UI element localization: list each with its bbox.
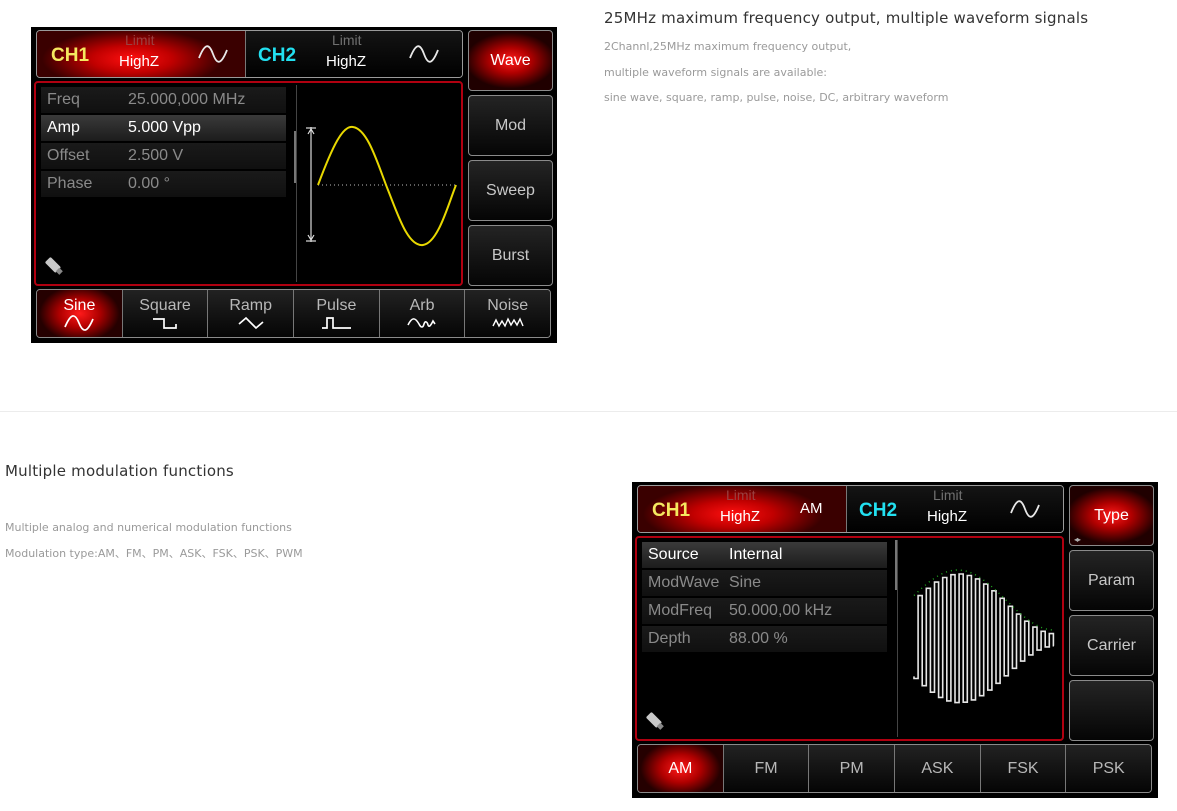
sine-icon — [1010, 500, 1040, 518]
ch2-limit: Limit — [933, 487, 963, 503]
waveform-screen: CH1 Limit HighZ CH2 Limit HighZ Wave Mod… — [31, 27, 557, 343]
ramp-wave-icon — [238, 316, 264, 329]
am-waveform-display — [913, 569, 1055, 704]
type-button[interactable]: Type ◂▸ — [1069, 485, 1154, 546]
channel-bar: CH1 Limit HighZ AM CH2 Limit HighZ — [637, 485, 1064, 533]
left-right-arrows-icon: ◂▸ — [1074, 535, 1081, 544]
param-amp[interactable]: Amp 5.000 Vpp — [41, 115, 286, 141]
param-modfreq[interactable]: ModFreq 50.000,00 kHz — [642, 598, 887, 624]
ch2-load: HighZ — [927, 508, 968, 525]
ch1-label: CH1 — [652, 500, 691, 521]
section1-title: 25MHz maximum frequency output, multiple… — [604, 9, 1089, 27]
ch1-status[interactable]: CH1 Limit HighZ AM — [638, 486, 847, 532]
wave-button[interactable]: Wave — [468, 30, 553, 91]
parameter-list: Source Internal ModWave Sine ModFreq 50.000… — [642, 542, 887, 654]
tab-arb[interactable]: Arb — [379, 290, 466, 337]
ch2-label: CH2 — [859, 500, 898, 521]
ch2-status[interactable]: CH2 Limit HighZ — [246, 31, 462, 77]
tab-ask[interactable]: ASK — [895, 745, 981, 792]
divider — [296, 85, 297, 282]
sine-icon — [198, 45, 228, 63]
burst-button[interactable]: Burst — [468, 225, 553, 286]
scrollbar[interactable] — [294, 131, 296, 183]
parameter-area: Source Internal ModWave Sine ModFreq 50.000… — [635, 536, 1064, 741]
ch1-load: HighZ — [119, 53, 160, 70]
tab-pm[interactable]: PM — [809, 745, 896, 792]
param-freq[interactable]: Freq 25.000,000 MHz — [41, 87, 286, 113]
ch2-limit: Limit — [332, 32, 362, 48]
ch2-load: HighZ — [326, 53, 367, 70]
tab-am[interactable]: AM — [638, 745, 724, 792]
sweep-button[interactable]: Sweep — [468, 160, 553, 221]
ch2-status[interactable]: CH2 Limit HighZ — [847, 486, 1063, 532]
param-offset[interactable]: Offset 2.500 V — [41, 143, 286, 169]
tab-psk[interactable]: PSK — [1066, 745, 1151, 792]
param-button[interactable]: Param — [1069, 550, 1154, 611]
arb-wave-icon — [407, 317, 436, 328]
square-wave-icon — [153, 317, 177, 329]
tab-pulse[interactable]: Pulse — [294, 290, 380, 337]
scrollbar[interactable] — [895, 540, 897, 590]
tab-fm[interactable]: FM — [723, 745, 810, 792]
modulation-type-tabs: AM FM PM ASK FSK PSK — [637, 744, 1152, 793]
pulse-wave-icon — [322, 316, 352, 329]
ch1-load: HighZ — [720, 508, 761, 525]
usb-icon — [45, 257, 63, 275]
mod-button[interactable]: Mod — [468, 95, 553, 156]
noise-wave-icon — [492, 316, 524, 328]
ch1-limit: Limit — [726, 487, 756, 503]
tab-ramp[interactable]: Ramp — [208, 290, 295, 337]
ch1-status[interactable]: CH1 Limit HighZ — [37, 31, 246, 77]
param-phase[interactable]: Phase 0.00 ° — [41, 171, 286, 197]
param-source[interactable]: Source Internal — [642, 542, 887, 568]
carrier-button[interactable]: Carrier — [1069, 615, 1154, 676]
tab-fsk[interactable]: FSK — [980, 745, 1067, 792]
parameter-area: Freq 25.000,000 MHz Amp 5.000 Vpp Offset 2.… — [34, 81, 463, 286]
empty-softkey[interactable] — [1069, 680, 1154, 741]
ch1-label: CH1 — [51, 45, 90, 66]
parameter-list: Freq 25.000,000 MHz Amp 5.000 Vpp Offset 2.… — [41, 87, 286, 199]
param-modwave[interactable]: ModWave Sine — [642, 570, 887, 596]
modulation-screen: CH1 Limit HighZ AM CH2 Limit HighZ Type … — [632, 482, 1158, 798]
section2-description: Multiple analog and numerical modulation… — [5, 521, 303, 560]
waveform-tabs: Sine Square Ramp Pulse Arb Noise — [36, 289, 551, 338]
tab-noise[interactable]: Noise — [465, 290, 550, 337]
am-carrier-trace — [913, 573, 1055, 704]
section-divider — [0, 411, 1177, 412]
ch1-mod-mode: AM — [800, 500, 823, 517]
tab-square[interactable]: Square — [122, 290, 209, 337]
ch2-label: CH2 — [258, 45, 297, 66]
sine-waveform-display — [306, 125, 457, 246]
tab-sine[interactable]: Sine — [37, 290, 123, 337]
section2-title: Multiple modulation functions — [5, 462, 234, 480]
divider — [897, 540, 898, 737]
sine-icon — [64, 314, 95, 331]
usb-icon — [646, 712, 664, 730]
param-depth[interactable]: Depth 88.00 % — [642, 626, 887, 652]
section1-description: 2Channl,25MHz maximum frequency output, … — [604, 40, 949, 104]
sine-icon — [409, 45, 439, 63]
ch1-limit: Limit — [125, 32, 155, 48]
channel-bar: CH1 Limit HighZ CH2 Limit HighZ — [36, 30, 463, 78]
